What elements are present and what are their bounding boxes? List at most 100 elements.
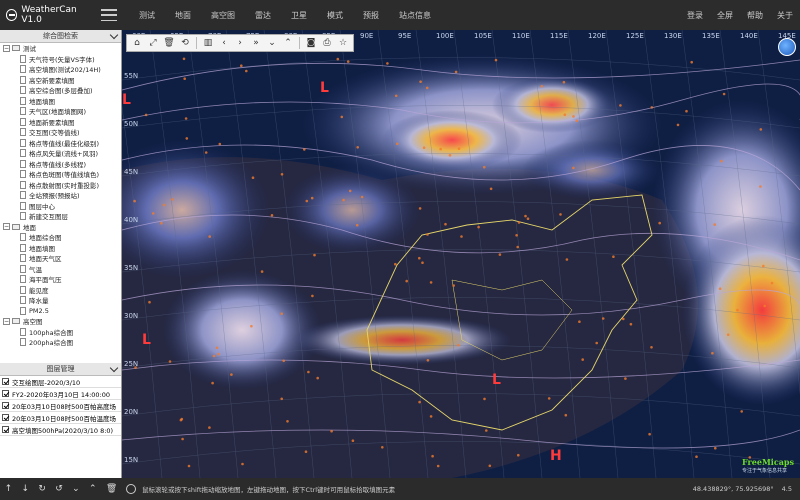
station-marker[interactable] (517, 221, 521, 224)
station-marker[interactable] (578, 320, 581, 324)
tree-item[interactable]: 能见度 (0, 285, 121, 296)
station-marker[interactable] (336, 57, 340, 61)
refresh-icon[interactable]: ↻ (38, 484, 46, 494)
tree-group[interactable]: − 地面 (0, 222, 121, 233)
nav-item-radar[interactable]: 雷达 (245, 10, 281, 21)
station-marker[interactable] (251, 176, 255, 179)
station-marker[interactable] (650, 346, 653, 349)
prev-icon[interactable]: ‹ (217, 36, 231, 50)
station-marker[interactable] (439, 147, 443, 151)
tree-item[interactable]: 高空填图(测试202/14H) (0, 64, 121, 75)
station-marker[interactable] (619, 104, 622, 107)
station-marker[interactable] (759, 128, 763, 131)
station-marker[interactable] (280, 173, 284, 176)
station-marker[interactable] (762, 264, 765, 268)
station-marker[interactable] (310, 196, 314, 200)
station-marker[interactable] (218, 142, 222, 146)
station-marker[interactable] (425, 86, 429, 90)
menu-toggle-icon[interactable] (101, 9, 117, 21)
station-marker[interactable] (713, 223, 716, 226)
station-marker[interactable] (381, 446, 384, 449)
station-marker[interactable] (282, 359, 285, 363)
station-marker[interactable] (575, 119, 579, 123)
station-marker[interactable] (540, 85, 544, 88)
station-marker[interactable] (260, 270, 264, 273)
station-marker[interactable] (676, 123, 680, 127)
station-marker[interactable] (307, 370, 310, 374)
station-marker[interactable] (736, 308, 739, 312)
station-marker[interactable] (595, 341, 598, 345)
expand-icon[interactable]: ⌃ (281, 36, 295, 50)
collapse-toggle-icon[interactable]: − (3, 317, 10, 325)
station-marker[interactable] (230, 373, 233, 376)
tree-item[interactable]: 地面填图 (0, 243, 121, 254)
tree-item[interactable]: 高空综合图(多层叠加) (0, 85, 121, 96)
tree-item[interactable]: 地面新要素填图 (0, 117, 121, 128)
station-marker[interactable] (217, 352, 220, 356)
layer-checkbox[interactable] (2, 402, 9, 409)
chevron-down-icon[interactable]: ⌄ (72, 484, 80, 494)
station-marker[interactable] (483, 165, 486, 169)
station-marker[interactable] (612, 255, 615, 258)
station-marker[interactable] (622, 317, 625, 321)
station-marker[interactable] (444, 222, 447, 226)
layer-checkbox[interactable] (2, 426, 9, 433)
station-marker[interactable] (695, 455, 698, 459)
station-marker[interactable] (483, 397, 486, 401)
map-canvas[interactable]: 60E65E70E75E80E85E90E95E100E105E110E115E… (122, 30, 800, 478)
station-marker[interactable] (460, 235, 463, 238)
station-marker[interactable] (280, 397, 283, 401)
station-marker[interactable] (498, 253, 502, 256)
station-marker[interactable] (305, 199, 309, 203)
layer-panel-header[interactable]: 图层管理 (0, 363, 121, 376)
nav-item-satellite[interactable]: 卫星 (281, 10, 317, 21)
station-marker[interactable] (179, 418, 183, 422)
station-marker[interactable] (405, 279, 409, 283)
station-marker[interactable] (452, 284, 456, 287)
station-marker[interactable] (346, 60, 350, 63)
tree-item[interactable]: 地面天气区 (0, 253, 121, 264)
station-marker[interactable] (280, 312, 283, 316)
station-marker[interactable] (572, 166, 575, 170)
tree-item[interactable]: PM2.5 (0, 306, 121, 317)
station-marker[interactable] (144, 113, 148, 117)
layer-item[interactable]: 20年03月10日08时500百帕高度场 (0, 400, 121, 412)
station-marker[interactable] (685, 109, 688, 113)
globe-icon[interactable] (778, 38, 796, 56)
nav-item-model[interactable]: 模式 (317, 10, 353, 21)
tree-item[interactable]: 降水量 (0, 295, 121, 306)
nav-item-surface[interactable]: 地面 (165, 10, 201, 21)
login-link[interactable]: 登录 (680, 10, 710, 21)
tree-item[interactable]: 地面综合图 (0, 232, 121, 243)
next-icon[interactable]: › (233, 36, 247, 50)
station-marker[interactable] (162, 203, 166, 207)
station-marker[interactable] (212, 354, 216, 358)
station-marker[interactable] (215, 346, 219, 350)
zoom-extent-icon[interactable]: ⤢ (146, 36, 160, 50)
tree-item[interactable]: 地面填图 (0, 96, 121, 107)
nav-item-station-info[interactable]: 站点信息 (389, 10, 441, 21)
last-icon[interactable]: » (249, 36, 263, 50)
station-marker[interactable] (429, 415, 433, 418)
layer-checkbox[interactable] (2, 414, 9, 421)
tree-group[interactable]: − 高空图 (0, 316, 121, 327)
station-marker[interactable] (422, 146, 426, 149)
station-marker[interactable] (485, 429, 488, 432)
station-marker[interactable] (457, 343, 460, 347)
station-marker[interactable] (763, 304, 766, 308)
station-marker[interactable] (658, 221, 661, 225)
tree-item[interactable]: 新建交互图层 (0, 211, 121, 222)
station-marker[interactable] (720, 159, 723, 163)
station-marker[interactable] (740, 410, 743, 413)
layer-item[interactable]: 20年03月10日08时500百帕温度场 (0, 412, 121, 424)
station-marker[interactable] (419, 80, 422, 83)
tree-item[interactable]: 海平面气压 (0, 274, 121, 285)
station-marker[interactable] (286, 420, 289, 423)
tree-item[interactable]: 格点风矢量(流线+风羽) (0, 148, 121, 159)
station-marker[interactable] (270, 214, 274, 217)
station-marker[interactable] (431, 454, 434, 458)
tree-group[interactable]: − 测试 (0, 43, 121, 54)
station-marker[interactable] (559, 213, 562, 216)
collapse-icon[interactable]: ⌄ (265, 36, 279, 50)
trash-icon[interactable]: 🗑 (162, 36, 176, 50)
